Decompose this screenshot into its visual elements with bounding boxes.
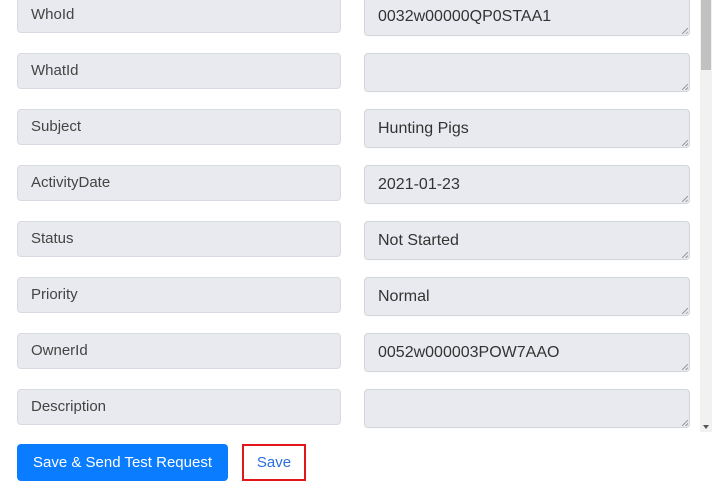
field-value-input[interactable]: [364, 53, 690, 92]
scroll-down-arrow-icon[interactable]: [703, 425, 709, 429]
field-label: Subject: [17, 109, 341, 145]
save-send-test-request-button[interactable]: Save & Send Test Request: [17, 444, 228, 481]
resize-grip-icon[interactable]: [682, 420, 688, 426]
field-value-input[interactable]: 0032w00000QP0STAA1: [364, 0, 690, 36]
field-value-input[interactable]: [364, 389, 690, 428]
field-row: Priority Normal: [17, 277, 690, 316]
resize-grip-icon[interactable]: [682, 252, 688, 258]
field-row: WhoId 0032w00000QP0STAA1: [17, 0, 690, 36]
resize-grip-icon[interactable]: [682, 364, 688, 370]
field-label: Priority: [17, 277, 341, 313]
field-value-input[interactable]: Hunting Pigs: [364, 109, 690, 148]
field-value-input[interactable]: Normal: [364, 277, 690, 316]
field-row: OwnerId 0052w000003POW7AAO: [17, 333, 690, 372]
field-row: WhatId: [17, 53, 690, 92]
field-row: Subject Hunting Pigs: [17, 109, 690, 148]
resize-grip-icon[interactable]: [682, 196, 688, 202]
field-label: WhoId: [17, 0, 341, 33]
field-value-input[interactable]: 0052w000003POW7AAO: [364, 333, 690, 372]
resize-grip-icon[interactable]: [682, 84, 688, 90]
resize-grip-icon[interactable]: [682, 308, 688, 314]
scrollbar[interactable]: [700, 0, 712, 432]
field-value-input[interactable]: Not Started: [364, 221, 690, 260]
field-value-input[interactable]: 2021-01-23: [364, 165, 690, 204]
resize-grip-icon[interactable]: [682, 28, 688, 34]
field-label: Status: [17, 221, 341, 257]
field-label: Description: [17, 389, 341, 425]
field-label: WhatId: [17, 53, 341, 89]
resize-grip-icon[interactable]: [682, 140, 688, 146]
field-row: Description: [17, 389, 690, 428]
save-button[interactable]: Save: [242, 444, 306, 481]
field-row: Status Not Started: [17, 221, 690, 260]
field-label: ActivityDate: [17, 165, 341, 201]
scrollbar-thumb[interactable]: [701, 0, 711, 70]
field-label: OwnerId: [17, 333, 341, 369]
field-row: ActivityDate 2021-01-23: [17, 165, 690, 204]
